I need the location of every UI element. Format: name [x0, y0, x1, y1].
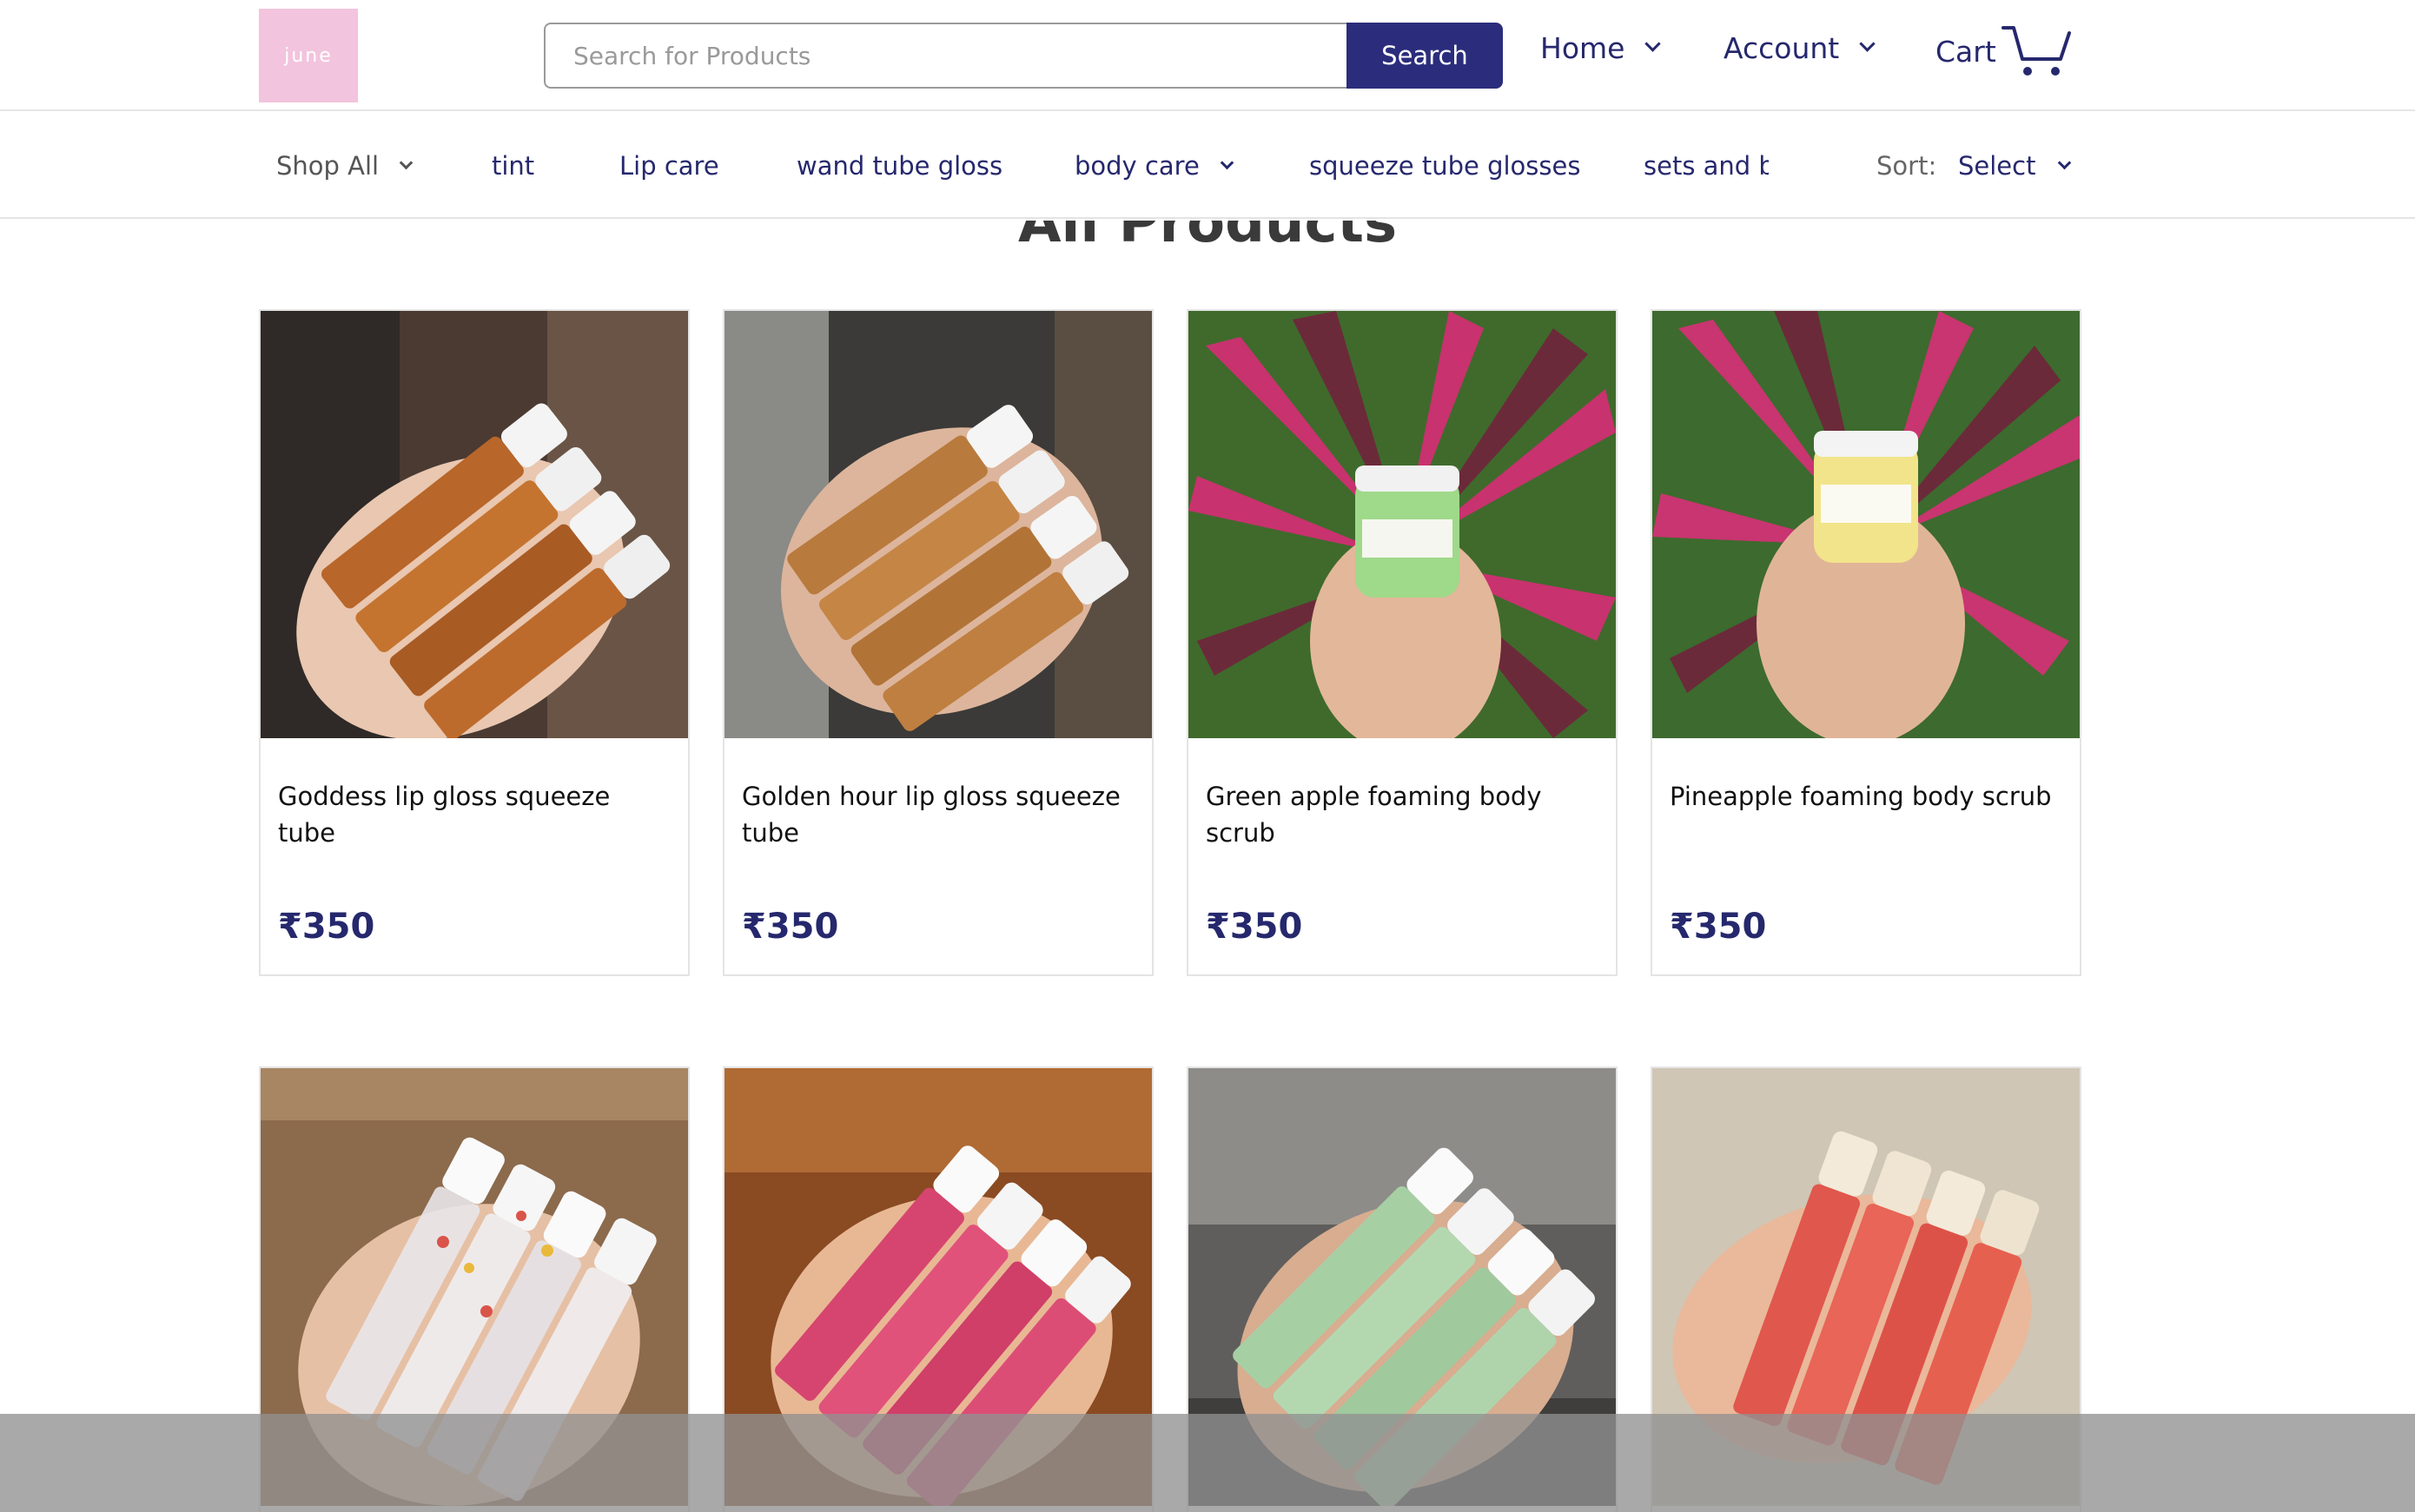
- category-sets-and-bundles[interactable]: sets and bundles: [1644, 142, 1769, 195]
- category-tint[interactable]: tint: [492, 151, 534, 181]
- product-price: ₹350: [742, 907, 839, 947]
- category-squeeze-tube-glosses[interactable]: squeeze tube glosses: [1309, 151, 1580, 181]
- site-header: june Search Home Account Cart: [0, 0, 2415, 111]
- chevron-down-icon: [1644, 36, 1662, 52]
- brand-logo[interactable]: june: [259, 9, 358, 102]
- sort-select-value: Select: [1958, 151, 2036, 181]
- product-name[interactable]: Green apple foaming body scrub: [1206, 778, 1597, 851]
- category-wand-tube-gloss[interactable]: wand tube gloss: [797, 151, 1002, 181]
- product-card[interactable]: Goddess lip gloss squeeze tube ₹350: [259, 309, 690, 976]
- search-input[interactable]: [544, 23, 1346, 89]
- logo-text: june: [284, 44, 333, 67]
- category-sets-label: sets and bundles: [1644, 151, 1769, 181]
- cart-icon: [2001, 26, 2071, 76]
- sort-label: Sort:: [1876, 151, 1937, 181]
- chevron-down-icon: [1220, 155, 1234, 170]
- product-card[interactable]: Pineapple foaming body scrub ₹350: [1651, 309, 2081, 976]
- product-image[interactable]: [261, 311, 688, 738]
- category-bar: Shop All tint Lip care wand tube gloss b…: [0, 111, 2415, 219]
- product-price: ₹350: [1670, 907, 1767, 947]
- category-body-care[interactable]: body care: [1075, 151, 1234, 181]
- product-name[interactable]: Pineapple foaming body scrub: [1670, 778, 2061, 815]
- product-photo: [1188, 311, 1616, 738]
- chevron-down-icon: [399, 155, 414, 170]
- product-name[interactable]: Golden hour lip gloss squeeze tube: [742, 778, 1133, 851]
- sort-select[interactable]: Select: [1958, 151, 2072, 181]
- product-card[interactable]: Green apple foaming body scrub ₹350: [1187, 309, 1618, 976]
- product-photo: [261, 311, 688, 738]
- chevron-down-icon: [2058, 155, 2072, 170]
- cart-link[interactable]: Cart: [1935, 24, 2073, 78]
- product-photo: [1652, 311, 2080, 738]
- category-body-care-label: body care: [1075, 151, 1200, 181]
- product-photo: [724, 311, 1152, 738]
- category-shop-all-label: Shop All: [276, 151, 380, 181]
- product-image[interactable]: [1652, 311, 2080, 738]
- nav-home[interactable]: Home: [1540, 31, 1662, 65]
- page-title: All Products: [1017, 221, 1398, 255]
- nav-account-label: Account: [1724, 31, 1840, 65]
- cart-label: Cart: [1935, 34, 1996, 69]
- product-card[interactable]: Golden hour lip gloss squeeze tube ₹350: [723, 309, 1154, 976]
- product-name[interactable]: Goddess lip gloss squeeze tube: [278, 778, 669, 851]
- search-button[interactable]: Search: [1346, 23, 1503, 89]
- bottom-overlay: [0, 1414, 2415, 1512]
- product-price: ₹350: [278, 907, 375, 947]
- chevron-down-icon: [1859, 36, 1876, 52]
- search-bar: Search: [544, 23, 1503, 89]
- nav-home-label: Home: [1540, 31, 1625, 65]
- page-title-region: All Products: [0, 221, 2415, 264]
- nav-account[interactable]: Account: [1724, 31, 1876, 65]
- product-price: ₹350: [1206, 907, 1303, 947]
- product-image[interactable]: [1188, 311, 1616, 738]
- category-lip-care[interactable]: Lip care: [619, 151, 719, 181]
- product-image[interactable]: [724, 311, 1152, 738]
- category-shop-all[interactable]: Shop All: [276, 151, 414, 181]
